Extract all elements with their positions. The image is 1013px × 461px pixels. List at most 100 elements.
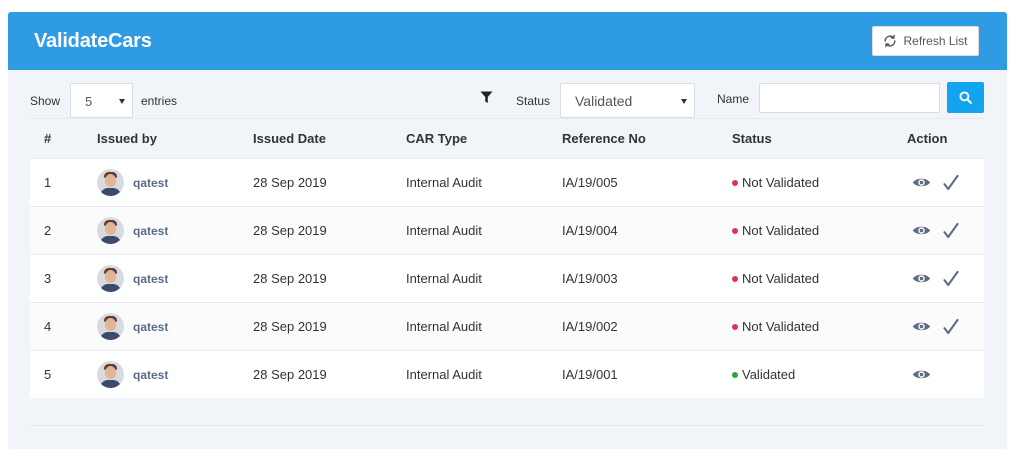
status-cell: Not Validated bbox=[732, 319, 907, 334]
status-dot bbox=[732, 371, 738, 378]
car-type: Internal Audit bbox=[406, 367, 482, 382]
check-icon[interactable] bbox=[943, 318, 959, 335]
search-button[interactable] bbox=[947, 82, 984, 113]
column-header-issued-by[interactable]: Issued by bbox=[97, 131, 253, 146]
status-dot bbox=[732, 275, 738, 282]
issued-date: 28 Sep 2019 bbox=[253, 319, 327, 334]
table-row[interactable]: 5 qatest 28 Sep 2019 Internal Audit IA/1… bbox=[30, 350, 984, 398]
car-type: Internal Audit bbox=[406, 223, 482, 238]
status-text: Not Validated bbox=[742, 223, 820, 238]
row-number: 3 bbox=[44, 271, 52, 286]
action-cell bbox=[907, 318, 984, 335]
table-footer-divider bbox=[30, 425, 984, 426]
reference-no: IA/19/002 bbox=[562, 319, 618, 334]
filter-icon bbox=[480, 91, 493, 103]
avatar bbox=[97, 169, 124, 196]
reference-no: IA/19/005 bbox=[562, 175, 618, 190]
reference-no: IA/19/001 bbox=[562, 367, 618, 382]
car-type: Internal Audit bbox=[406, 271, 482, 286]
issued-by-cell: qatest bbox=[97, 361, 253, 388]
car-type: Internal Audit bbox=[406, 319, 482, 334]
issued-by-name[interactable]: qatest bbox=[133, 320, 168, 334]
reference-no: IA/19/003 bbox=[562, 271, 618, 286]
status-text: Not Validated bbox=[742, 175, 820, 190]
status-filter-label: Status bbox=[516, 94, 551, 108]
avatar bbox=[97, 217, 124, 244]
eye-icon[interactable] bbox=[912, 176, 931, 189]
show-label: Show bbox=[30, 94, 61, 108]
status-text: Not Validated bbox=[742, 271, 820, 286]
action-cell bbox=[907, 270, 984, 287]
eye-icon[interactable] bbox=[912, 368, 931, 381]
status-cell: Not Validated bbox=[732, 223, 907, 238]
name-filter-label: Name bbox=[717, 92, 750, 106]
column-header-reference-no[interactable]: Reference No bbox=[562, 131, 732, 146]
column-header-number[interactable]: # bbox=[30, 131, 97, 146]
status-filter-value: Validated bbox=[575, 93, 633, 109]
column-header-car-type[interactable]: CAR Type bbox=[406, 131, 562, 146]
reference-no: IA/19/004 bbox=[562, 223, 618, 238]
check-icon[interactable] bbox=[943, 222, 959, 239]
issued-date: 28 Sep 2019 bbox=[253, 223, 327, 238]
refresh-icon bbox=[884, 34, 896, 48]
issued-by-cell: qatest bbox=[97, 217, 253, 244]
issued-by-cell: qatest bbox=[97, 313, 253, 340]
table-row[interactable]: 4 qatest 28 Sep 2019 Internal Audit IA/1… bbox=[30, 302, 984, 350]
entries-select[interactable]: 5 bbox=[70, 83, 133, 118]
row-number: 2 bbox=[44, 223, 52, 238]
issued-date: 28 Sep 2019 bbox=[253, 367, 327, 382]
panel-header: ValidateCars Refresh List bbox=[8, 12, 1007, 70]
row-number: 4 bbox=[44, 319, 52, 334]
search-icon bbox=[959, 91, 972, 104]
chevron-down-icon bbox=[681, 99, 687, 104]
status-dot bbox=[732, 323, 738, 330]
chevron-down-icon bbox=[119, 99, 125, 104]
check-icon[interactable] bbox=[943, 174, 959, 191]
refresh-list-label: Refresh List bbox=[903, 34, 968, 48]
eye-icon[interactable] bbox=[912, 272, 931, 285]
status-cell: Validated bbox=[732, 367, 907, 382]
action-cell bbox=[907, 368, 984, 381]
refresh-list-button[interactable]: Refresh List bbox=[872, 26, 979, 56]
validate-cars-panel: ValidateCars Refresh List Show 5 entries… bbox=[8, 12, 1007, 449]
column-header-issued-date[interactable]: Issued Date bbox=[253, 131, 406, 146]
issued-by-name[interactable]: qatest bbox=[133, 224, 168, 238]
table-row[interactable]: 3 qatest 28 Sep 2019 Internal Audit IA/1… bbox=[30, 254, 984, 302]
issued-by-name[interactable]: qatest bbox=[133, 176, 168, 190]
page-title: ValidateCars bbox=[34, 29, 152, 52]
status-filter-select[interactable]: Validated bbox=[560, 83, 695, 118]
issued-by-name[interactable]: qatest bbox=[133, 272, 168, 286]
entries-select-value: 5 bbox=[85, 94, 93, 109]
avatar bbox=[97, 313, 124, 340]
issued-date: 28 Sep 2019 bbox=[253, 175, 327, 190]
status-text: Validated bbox=[742, 367, 796, 382]
table-body: 1 qatest 28 Sep 2019 Internal Audit IA/1… bbox=[30, 158, 984, 398]
row-number: 1 bbox=[44, 175, 52, 190]
status-cell: Not Validated bbox=[732, 271, 907, 286]
car-type: Internal Audit bbox=[406, 175, 482, 190]
issued-by-cell: qatest bbox=[97, 265, 253, 292]
status-cell: Not Validated bbox=[732, 175, 907, 190]
check-icon[interactable] bbox=[943, 270, 959, 287]
action-cell bbox=[907, 174, 984, 191]
issued-date: 28 Sep 2019 bbox=[253, 271, 327, 286]
name-filter-input[interactable] bbox=[759, 83, 940, 113]
column-header-action: Action bbox=[907, 131, 948, 146]
action-cell bbox=[907, 222, 984, 239]
status-dot bbox=[732, 179, 738, 186]
cars-table: # Issued by Issued Date CAR Type Referen… bbox=[30, 118, 984, 398]
avatar bbox=[97, 265, 124, 292]
entries-label: entries bbox=[141, 94, 178, 108]
eye-icon[interactable] bbox=[912, 320, 931, 333]
status-dot bbox=[732, 227, 738, 234]
row-number: 5 bbox=[44, 367, 52, 382]
issued-by-name[interactable]: qatest bbox=[133, 368, 168, 382]
table-header: # Issued by Issued Date CAR Type Referen… bbox=[30, 118, 984, 158]
column-header-status[interactable]: Status bbox=[732, 131, 907, 146]
status-text: Not Validated bbox=[742, 319, 820, 334]
eye-icon[interactable] bbox=[912, 224, 931, 237]
avatar bbox=[97, 361, 124, 388]
issued-by-cell: qatest bbox=[97, 169, 253, 196]
table-row[interactable]: 2 qatest 28 Sep 2019 Internal Audit IA/1… bbox=[30, 206, 984, 254]
table-row[interactable]: 1 qatest 28 Sep 2019 Internal Audit IA/1… bbox=[30, 158, 984, 206]
